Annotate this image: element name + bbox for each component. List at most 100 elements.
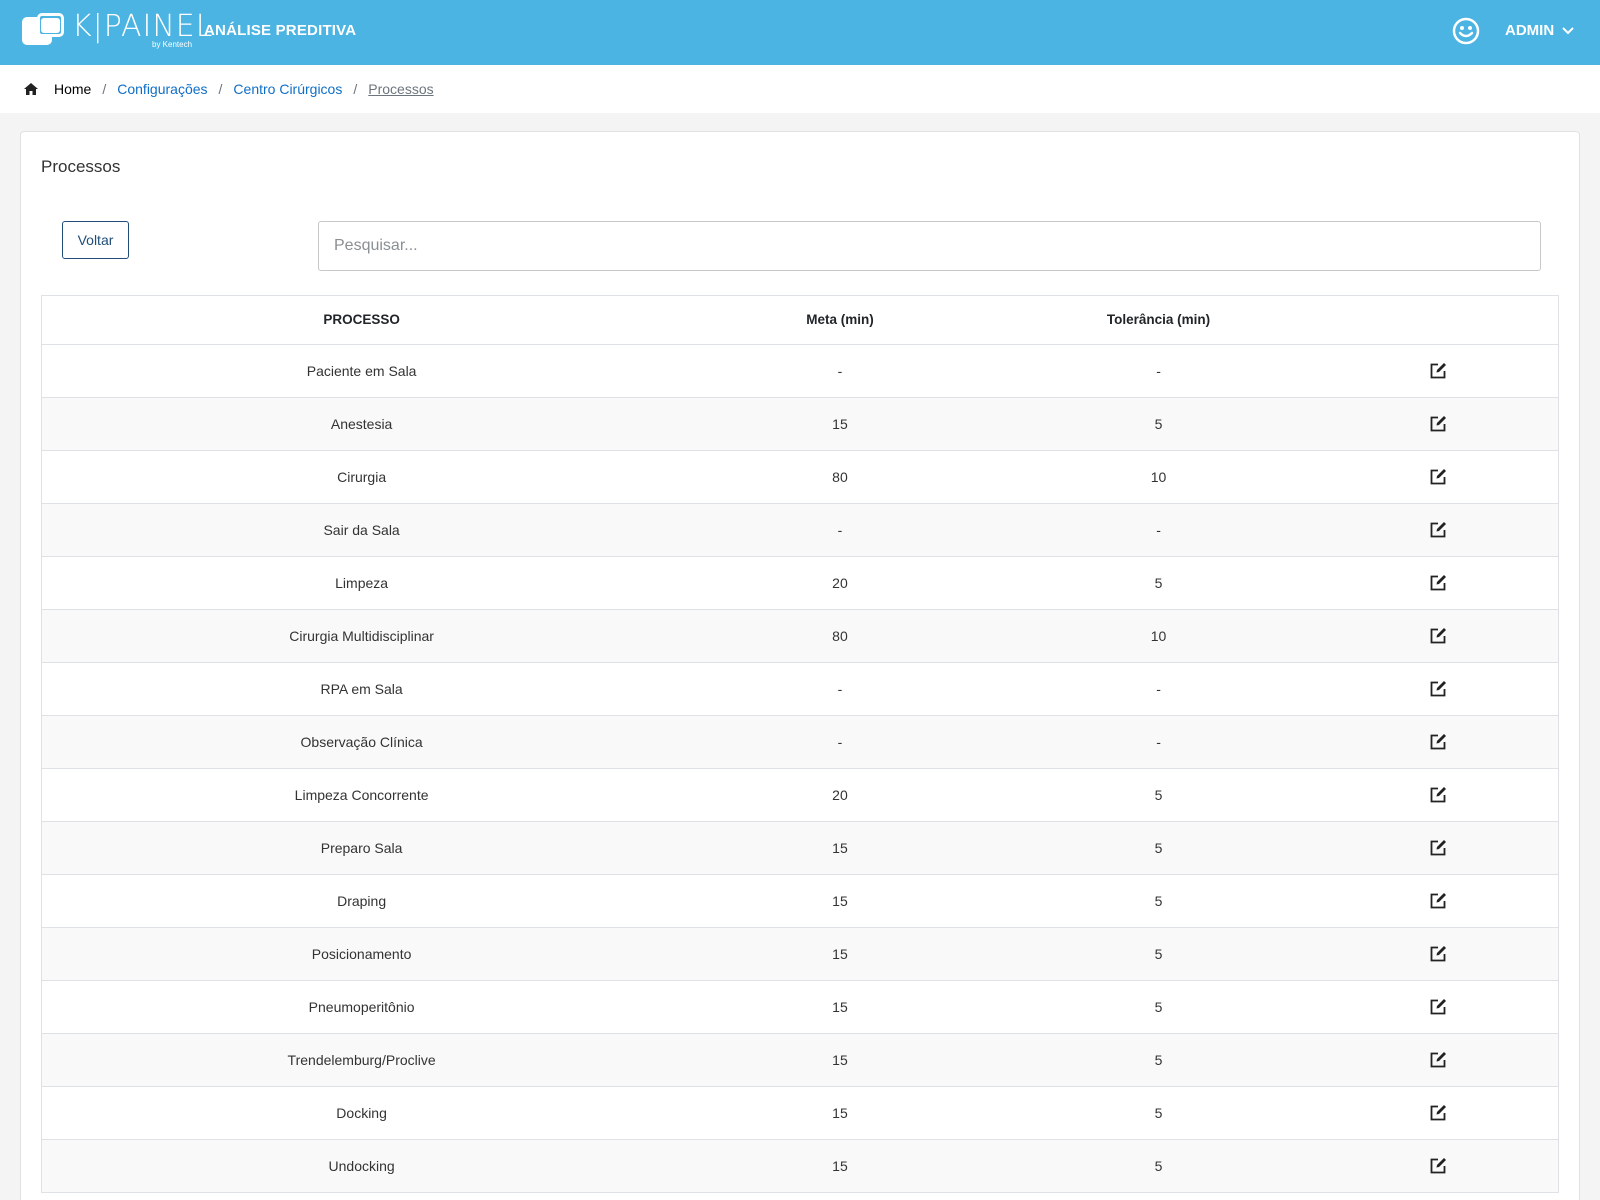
cell-meta: - bbox=[681, 715, 999, 769]
smiley-icon[interactable] bbox=[1452, 17, 1480, 45]
cell-actions bbox=[1318, 556, 1558, 610]
cell-actions bbox=[1318, 715, 1558, 769]
table-row: Cirurgia 80 10 bbox=[42, 450, 1558, 504]
search-input[interactable] bbox=[318, 221, 1541, 271]
table-row: RPA em Sala - - bbox=[42, 662, 1558, 716]
breadcrumb-home[interactable]: Home bbox=[54, 81, 91, 97]
table-row: Limpeza 20 5 bbox=[42, 556, 1558, 610]
cell-tolerancia: 10 bbox=[998, 609, 1319, 663]
logo-subtext: by Kentech bbox=[152, 40, 193, 49]
edit-icon[interactable] bbox=[1430, 1051, 1447, 1068]
cell-processo: Posicionamento bbox=[42, 927, 682, 981]
table-row: Undocking 15 5 bbox=[42, 1139, 1558, 1193]
cell-actions bbox=[1318, 344, 1558, 398]
table-row: Posicionamento 15 5 bbox=[42, 927, 1558, 981]
cell-tolerancia: 10 bbox=[998, 450, 1319, 504]
logo-text: K|PAINEL bbox=[72, 9, 214, 44]
cell-meta: 15 bbox=[681, 1033, 999, 1087]
top-bar: K|PAINEL by Kentech ANÁLISE PREDITIVA AD… bbox=[0, 0, 1600, 65]
edit-icon[interactable] bbox=[1430, 415, 1447, 432]
cell-actions bbox=[1318, 768, 1558, 822]
breadcrumb-separator: / bbox=[353, 81, 358, 97]
edit-icon[interactable] bbox=[1430, 362, 1447, 379]
table-row: Preparo Sala 15 5 bbox=[42, 821, 1558, 875]
table-row: Draping 15 5 bbox=[42, 874, 1558, 928]
cell-processo: Cirurgia bbox=[42, 450, 682, 504]
cell-tolerancia: 5 bbox=[998, 980, 1319, 1034]
cell-tolerancia: 5 bbox=[998, 1033, 1319, 1087]
cell-actions bbox=[1318, 1033, 1558, 1087]
app-logo[interactable]: K|PAINEL by Kentech bbox=[22, 9, 214, 49]
cell-processo: Limpeza bbox=[42, 556, 682, 610]
cell-processo: RPA em Sala bbox=[42, 662, 682, 716]
cell-processo: Docking bbox=[42, 1086, 682, 1140]
edit-icon[interactable] bbox=[1430, 468, 1447, 485]
breadcrumb-separator: / bbox=[218, 81, 223, 97]
app-title: ANÁLISE PREDITIVA bbox=[204, 22, 357, 39]
cell-processo: Limpeza Concorrente bbox=[42, 768, 682, 822]
cell-meta: 20 bbox=[681, 556, 999, 610]
page-title: Processos bbox=[41, 157, 121, 176]
cell-meta: - bbox=[681, 662, 999, 716]
breadcrumb-centro-cirurgicos[interactable]: Centro Cirúrgicos bbox=[233, 81, 342, 97]
cell-meta: 15 bbox=[681, 927, 999, 981]
cell-tolerancia: 5 bbox=[998, 1086, 1319, 1140]
edit-icon[interactable] bbox=[1430, 786, 1447, 803]
cell-processo: Paciente em Sala bbox=[42, 344, 682, 398]
edit-icon[interactable] bbox=[1430, 1104, 1447, 1121]
table-row: Observação Clínica - - bbox=[42, 715, 1558, 769]
user-label: ADMIN bbox=[1505, 22, 1555, 39]
cell-tolerancia: 5 bbox=[998, 874, 1319, 928]
cell-tolerancia: 5 bbox=[998, 768, 1319, 822]
edit-icon[interactable] bbox=[1430, 892, 1447, 909]
edit-icon[interactable] bbox=[1430, 945, 1447, 962]
back-button[interactable]: Voltar bbox=[62, 221, 129, 259]
table-row: Trendelemburg/Proclive 15 5 bbox=[42, 1033, 1558, 1087]
edit-icon[interactable] bbox=[1430, 998, 1447, 1015]
edit-icon[interactable] bbox=[1430, 733, 1447, 750]
header-tolerancia[interactable]: Tolerância (min) bbox=[998, 296, 1319, 345]
home-icon[interactable] bbox=[24, 83, 38, 95]
cell-processo: Undocking bbox=[42, 1139, 682, 1193]
cell-meta: 15 bbox=[681, 980, 999, 1034]
table-row: Anestesia 15 5 bbox=[42, 397, 1558, 451]
cell-actions bbox=[1318, 662, 1558, 716]
cell-tolerancia: - bbox=[998, 344, 1319, 398]
edit-icon[interactable] bbox=[1430, 574, 1447, 591]
cell-actions bbox=[1318, 503, 1558, 557]
edit-icon[interactable] bbox=[1430, 627, 1447, 644]
cell-actions bbox=[1318, 821, 1558, 875]
edit-icon[interactable] bbox=[1430, 680, 1447, 697]
processes-card: Processos Voltar PROCESSO Meta (min) Tol… bbox=[20, 131, 1580, 1200]
cell-processo: Anestesia bbox=[42, 397, 682, 451]
cell-meta: - bbox=[681, 344, 999, 398]
cell-meta: 20 bbox=[681, 768, 999, 822]
edit-icon[interactable] bbox=[1430, 1157, 1447, 1174]
cell-tolerancia: 5 bbox=[998, 927, 1319, 981]
cell-meta: 15 bbox=[681, 821, 999, 875]
cell-actions bbox=[1318, 980, 1558, 1034]
user-menu[interactable]: ADMIN bbox=[1505, 22, 1574, 39]
header-processo[interactable]: PROCESSO bbox=[42, 296, 682, 345]
edit-icon[interactable] bbox=[1430, 521, 1447, 538]
cell-meta: 15 bbox=[681, 874, 999, 928]
cell-actions bbox=[1318, 927, 1558, 981]
cell-tolerancia: 5 bbox=[998, 397, 1319, 451]
table-row: Sair da Sala - - bbox=[42, 503, 1558, 557]
cell-processo: Preparo Sala bbox=[42, 821, 682, 875]
cell-actions bbox=[1318, 1086, 1558, 1140]
cell-meta: 15 bbox=[681, 1139, 999, 1193]
table-row: Paciente em Sala - - bbox=[42, 344, 1558, 398]
table-row: Pneumoperitônio 15 5 bbox=[42, 980, 1558, 1034]
cell-tolerancia: - bbox=[998, 715, 1319, 769]
cell-tolerancia: - bbox=[998, 662, 1319, 716]
breadcrumb-processos[interactable]: Processos bbox=[368, 81, 433, 97]
table-row: Cirurgia Multidisciplinar 80 10 bbox=[42, 609, 1558, 663]
breadcrumb-separator: / bbox=[102, 81, 107, 97]
edit-icon[interactable] bbox=[1430, 839, 1447, 856]
header-meta[interactable]: Meta (min) bbox=[681, 296, 999, 345]
cell-meta: 80 bbox=[681, 450, 999, 504]
cell-meta: - bbox=[681, 503, 999, 557]
cell-tolerancia: - bbox=[998, 503, 1319, 557]
breadcrumb-configuracoes[interactable]: Configurações bbox=[117, 81, 207, 97]
